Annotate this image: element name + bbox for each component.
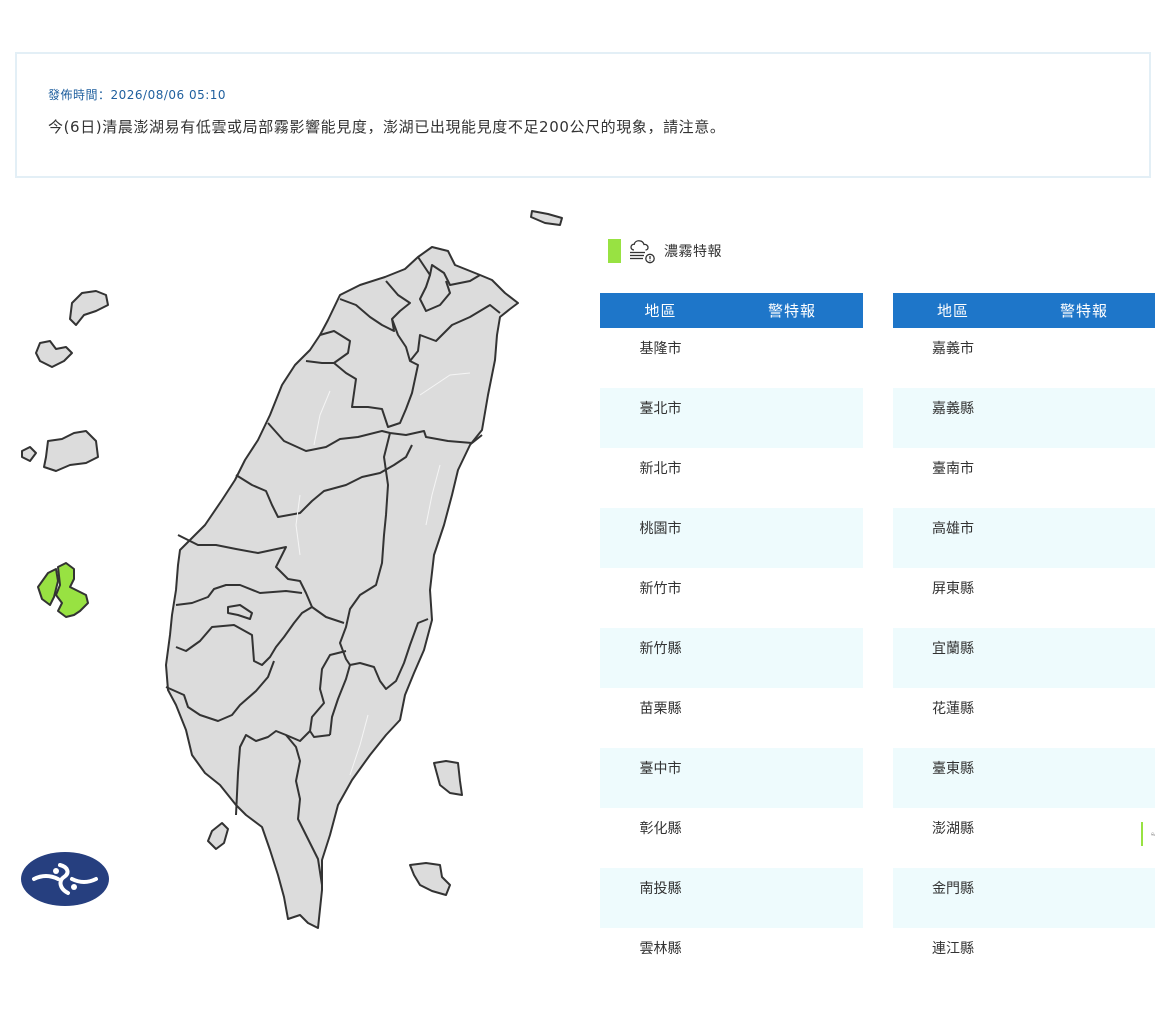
region-name: 嘉義市: [932, 341, 974, 357]
table-row: 苗栗縣: [600, 688, 863, 748]
table-row: 基隆市: [600, 328, 863, 388]
legend-color-swatch: [608, 239, 621, 263]
warning-cell: [721, 928, 863, 988]
map-island-kinmen-b: [35, 340, 73, 368]
map-island-penghu-a: [37, 568, 59, 606]
region-name: 基隆市: [639, 341, 682, 357]
notice-text: 今(6日)清晨澎湖易有低雲或局部霧影響能見度，澎湖已出現能見度不足200公尺的現…: [48, 118, 726, 136]
region-name: 新竹市: [639, 581, 682, 597]
region-name: 屏東縣: [932, 581, 974, 597]
region-name: 金門縣: [893, 868, 1013, 928]
table-row: 嘉義縣: [893, 388, 1155, 448]
region-name: 宜蘭縣: [893, 628, 1013, 688]
region-name: 花蓮縣: [932, 701, 974, 717]
warning-cell: [721, 568, 863, 628]
map-island-green: [433, 760, 463, 796]
warning-cell: [1013, 568, 1155, 628]
warning-cell: [721, 508, 863, 568]
table-row: 雲林縣: [600, 928, 863, 988]
map-island-kinmen-a: [69, 290, 109, 326]
notice-panel: 發佈時間：2026/08/06 05:10 今(6日)清晨澎湖易有低雲或局部霧影…: [15, 52, 1151, 178]
map-island-penghu-b: [55, 562, 89, 618]
warning-cell: [1013, 928, 1155, 988]
table-row: 桃園市: [600, 508, 863, 568]
region-name: 連江縣: [932, 941, 974, 957]
warning-cell: [1013, 448, 1155, 508]
region-name: 臺中市: [600, 748, 721, 808]
region-name: 新竹縣: [600, 628, 721, 688]
table-row: 連江縣: [893, 928, 1155, 988]
map-island-west-a: [21, 446, 37, 462]
warning-cell: [721, 628, 863, 688]
table-row: 新竹縣: [600, 628, 863, 688]
region-name: 雲林縣: [639, 941, 682, 957]
table-row: 南投縣: [600, 868, 863, 928]
warning-cell: [721, 748, 863, 808]
region-name: 苗栗縣: [639, 701, 682, 717]
table-row: 新竹市: [600, 568, 863, 628]
region-name: 臺北市: [600, 388, 721, 448]
map-island-matsu: [530, 210, 563, 226]
region-name: 高雄市: [893, 508, 1013, 568]
region-name: 桃園市: [600, 508, 721, 568]
warning-cell: [1013, 388, 1155, 448]
region-name: 新北市: [639, 461, 682, 477]
map-island-west-b: [43, 430, 99, 472]
column-header-region: 地區: [600, 293, 721, 328]
table-row: 高雄市: [893, 508, 1155, 568]
warning-table-left: 地區 警特報 基隆市 臺北市 新北市 桃園市 新竹市 新竹縣 苗栗縣 臺中市 彰…: [600, 293, 863, 988]
warning-cell: [1013, 328, 1155, 388]
region-name: 南投縣: [600, 868, 721, 928]
issue-time: 發佈時間：2026/08/06 05:10: [48, 88, 227, 102]
warning-cell: [721, 388, 863, 448]
warning-cell: [721, 688, 863, 748]
warning-cell: [1013, 628, 1155, 688]
region-name: 彰化縣: [639, 821, 682, 837]
fog-warning-marker: [1141, 820, 1155, 848]
map-island-liuqiu: [207, 822, 229, 850]
fog-warning-icon: [1151, 832, 1155, 836]
table-row: 宜蘭縣: [893, 628, 1155, 688]
warning-cell: [1013, 688, 1155, 748]
table-row: 臺中市: [600, 748, 863, 808]
legend-label: 濃霧特報: [664, 244, 722, 260]
warning-cell: [721, 328, 863, 388]
fog-warning-swatch: [1141, 822, 1143, 846]
warning-cell: [721, 448, 863, 508]
column-header-warning: 警特報: [721, 293, 863, 328]
column-header-warning: 警特報: [1013, 293, 1155, 328]
warning-cell: [1013, 868, 1155, 928]
cwa-logo: [21, 852, 109, 906]
table-row: 臺南市: [893, 448, 1155, 508]
table-row: 嘉義市: [893, 328, 1155, 388]
taiwan-warning-map: [21, 210, 563, 929]
region-name: 嘉義縣: [893, 388, 1013, 448]
warning-cell-penghu: [1013, 808, 1155, 868]
map-island-orchid: [409, 862, 451, 896]
table-row: 澎湖縣: [893, 808, 1155, 868]
column-header-region: 地區: [893, 293, 1013, 328]
warning-cell: [1013, 508, 1155, 568]
warning-table-right: 地區 警特報 嘉義市 嘉義縣 臺南市 高雄市 屏東縣 宜蘭縣 花蓮縣 臺東縣 澎…: [893, 293, 1155, 988]
warning-cell: [721, 808, 863, 868]
region-name: 臺東縣: [893, 748, 1013, 808]
region-name: 澎湖縣: [932, 821, 974, 837]
table-row: 彰化縣: [600, 808, 863, 868]
warning-cell: [721, 868, 863, 928]
table-row: 花蓮縣: [893, 688, 1155, 748]
legend: 濃霧特報: [608, 237, 722, 265]
table-row: 新北市: [600, 448, 863, 508]
table-row: 屏東縣: [893, 568, 1155, 628]
table-row: 臺北市: [600, 388, 863, 448]
table-row: 金門縣: [893, 868, 1155, 928]
region-name: 臺南市: [932, 461, 974, 477]
table-row: 臺東縣: [893, 748, 1155, 808]
fog-warning-icon: [630, 240, 655, 264]
warning-cell: [1013, 748, 1155, 808]
